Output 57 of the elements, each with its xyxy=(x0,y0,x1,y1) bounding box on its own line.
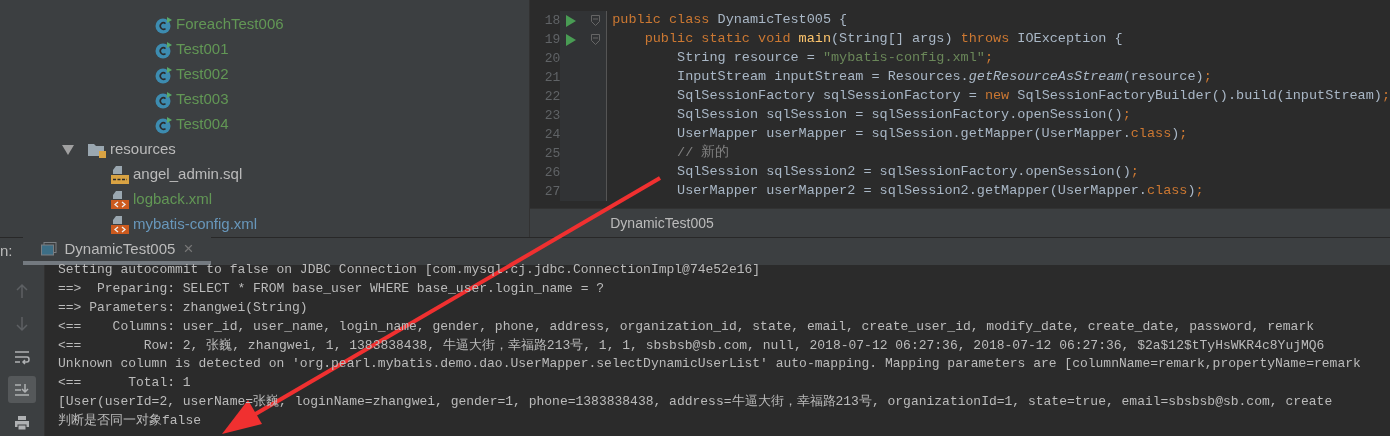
code-line: InputStream inputStream = Resources.getResourceAsStream(resource); xyxy=(676,68,1212,87)
run-icon[interactable] xyxy=(566,14,577,27)
tree-item[interactable]: Test002 xyxy=(0,62,530,87)
code-line: UserMapper userMapper = sqlSession.getMapper(UserMapper.class); xyxy=(676,125,1188,144)
line-number: 18 xyxy=(543,11,561,30)
console-line: [User(userId=2, userName=张巍, loginName=zhangwei, gender=1, phone=1383838438, address=牛逼大街，幸福路213号, organizationId=1, state=true, email=sbsbsb@sb.com, create xyxy=(58,394,1333,410)
fold-icon[interactable] xyxy=(591,15,601,26)
scroll-to-end-button[interactable] xyxy=(8,376,36,403)
tree-item[interactable]: mybatis-config.xml xyxy=(0,212,530,237)
line-number: 19 xyxy=(543,30,561,49)
code-line: // 新的 xyxy=(676,143,730,163)
tree-item[interactable]: logback.xml xyxy=(0,187,530,212)
code-line: SqlSessionFactory sqlSessionFactory = new SqlSessionFactoryBuilder().build(inputStream); xyxy=(676,87,1390,106)
line-number: 26 xyxy=(543,163,561,182)
sql-file-icon xyxy=(110,164,130,185)
class-icon xyxy=(155,90,173,109)
code-line: SqlSession sqlSession2 = sqlSessionFactory.openSession(); xyxy=(676,163,1139,182)
expanded-arrow-icon[interactable] xyxy=(62,144,74,155)
code-line: public class DynamicTest005 { xyxy=(611,11,848,30)
breadcrumb[interactable]: DynamicTest005 xyxy=(610,212,714,234)
code-line: UserMapper userMapper2 = sqlSession2.getMapper(UserMapper.class); xyxy=(676,182,1204,201)
fold-icon[interactable] xyxy=(591,34,601,45)
tree-item[interactable]: Test004 xyxy=(0,112,530,137)
class-icon xyxy=(155,115,173,134)
code-line: public static void main(String[] args) throws IOException { xyxy=(643,30,1123,49)
line-number: 22 xyxy=(543,87,561,106)
line-number: 27 xyxy=(543,182,561,201)
panel-label: n: xyxy=(0,241,13,262)
class-icon xyxy=(155,40,173,59)
arrow-down-icon xyxy=(14,315,30,332)
line-number: 23 xyxy=(543,106,561,125)
class-icon xyxy=(155,65,173,84)
code-line: SqlSession sqlSession = sqlSessionFactory.openSession(); xyxy=(676,106,1131,125)
console-line: <== Total: 1 xyxy=(58,375,191,391)
line-number: 25 xyxy=(543,144,561,163)
tree-item[interactable]: Test001 xyxy=(0,37,530,62)
console-line: ==> Parameters: zhangwei(String) xyxy=(58,299,308,315)
console-line: 判断是否同一对象false xyxy=(58,413,201,429)
printer-icon xyxy=(14,414,30,431)
tree-item[interactable]: angel_admin.sql xyxy=(0,162,530,187)
xml-file-icon xyxy=(110,214,130,235)
tree-item[interactable]: ForeachTest006 xyxy=(0,12,530,37)
code-line: String resource = "mybatis-config.xml"; xyxy=(676,49,994,68)
arrow-up-icon xyxy=(14,282,30,299)
xml-file-icon xyxy=(110,189,130,210)
class-icon xyxy=(155,15,173,34)
scroll-to-end-icon xyxy=(14,381,30,398)
tree-item[interactable]: resources xyxy=(0,137,530,162)
run-icon[interactable] xyxy=(566,33,577,46)
line-number: 20 xyxy=(543,49,561,68)
line-number: 21 xyxy=(543,68,561,87)
close-button[interactable]: × xyxy=(183,236,194,262)
line-number: 24 xyxy=(543,125,561,144)
run-tab[interactable]: DynamicTest005 × xyxy=(22,237,212,265)
soft-wrap-icon xyxy=(14,348,30,365)
console-icon xyxy=(40,242,57,256)
tree-item[interactable]: Test003 xyxy=(0,87,530,112)
